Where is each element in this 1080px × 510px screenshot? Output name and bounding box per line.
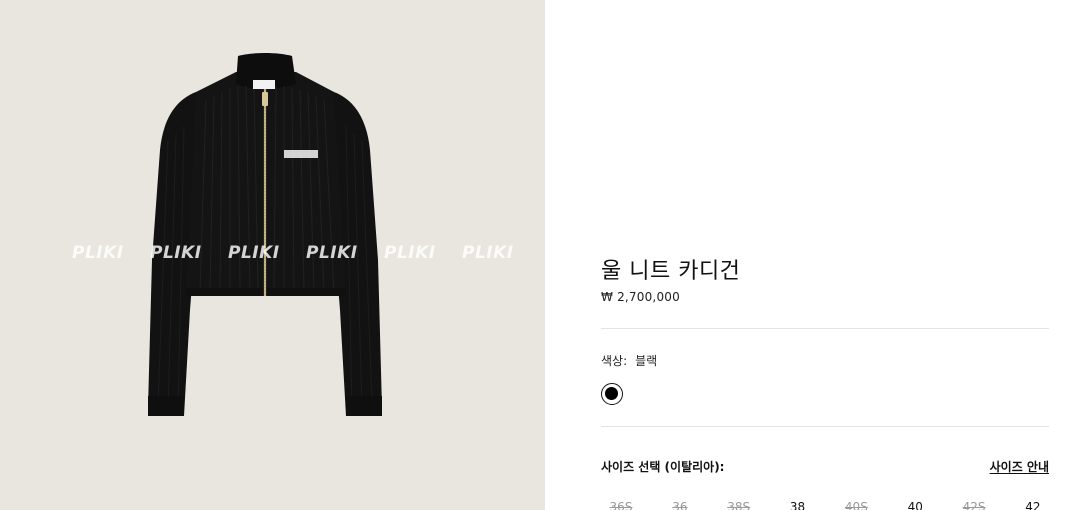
color-selection-label: 색상: 블랙 [601,352,657,369]
size-option[interactable]: 42 [1019,500,1047,510]
divider [601,328,1049,329]
watermark-text: PLIKI [150,243,202,263]
product-page: PLIKI PLIKI PLIKI PLIKI PLIKI PLIKI 울 니트… [0,0,1080,510]
size-option[interactable]: 36 [666,500,694,510]
size-select-label: 사이즈 선택 (이탈리아): [601,460,725,474]
watermark-text: PLIKI [228,243,280,263]
watermark-text: PLIKI [72,243,124,263]
watermark-text: PLIKI [306,243,358,263]
divider [601,426,1049,427]
size-option[interactable]: 36S [607,500,635,510]
product-price: ₩ 2,700,000 [601,290,680,304]
size-option[interactable]: 42S [960,500,988,510]
swatch-fill [605,387,618,400]
watermark-text: PLIKI [384,243,436,263]
color-label: 색상: [601,354,628,368]
size-header: 사이즈 선택 (이탈리아): 사이즈 안내 [601,458,1049,475]
size-option[interactable]: 40 [901,500,929,510]
product-details: 울 니트 카디건 ₩ 2,700,000 색상: 블랙 사이즈 선택 (이탈리아… [601,0,1049,510]
size-guide-link[interactable]: 사이즈 안내 [990,458,1049,475]
product-title: 울 니트 카디건 [601,259,741,284]
watermark-text: PLIKI [462,243,514,263]
size-option[interactable]: 40S [842,500,870,510]
watermark-row: PLIKI PLIKI PLIKI PLIKI PLIKI PLIKI [72,243,542,263]
size-option[interactable]: 38S [725,500,753,510]
product-image[interactable]: PLIKI PLIKI PLIKI PLIKI PLIKI PLIKI [0,0,545,510]
color-swatch-black[interactable] [601,383,623,405]
size-options: 36S 36 38S 38 40S 40 42S 42 [607,500,1047,510]
size-option[interactable]: 38 [784,500,812,510]
color-value: 블랙 [635,354,658,368]
